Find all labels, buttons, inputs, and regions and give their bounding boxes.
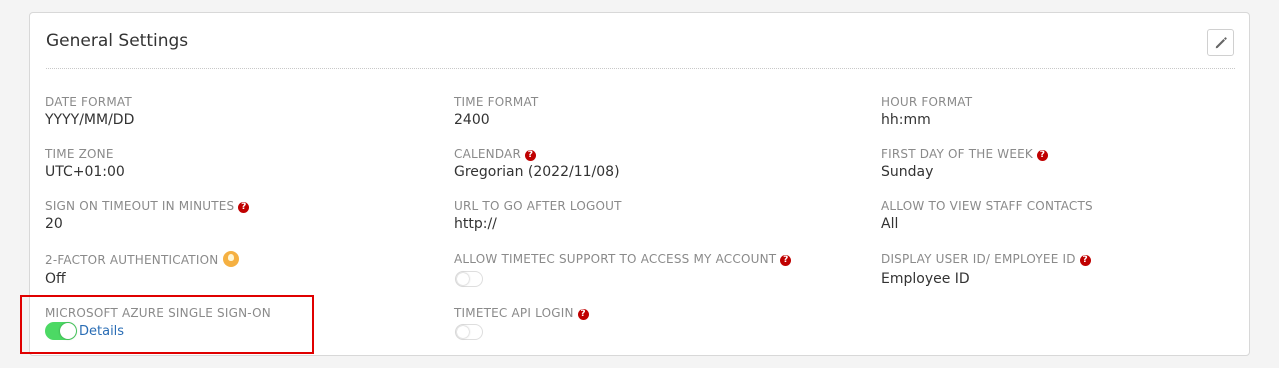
sign-on-timeout-label-row: SIGN ON TIMEOUT IN MINUTES? <box>45 199 250 213</box>
view-staff-contacts-value: All <box>881 216 899 232</box>
two-factor-label: 2-FACTOR AUTHENTICATION <box>45 253 219 267</box>
calendar-value: Gregorian (2022/11/08) <box>454 164 620 180</box>
question-icon[interactable]: ? <box>1037 150 1049 161</box>
two-factor-value: Off <box>45 271 66 287</box>
question-icon[interactable]: ? <box>238 202 250 213</box>
display-user-id-label: DISPLAY USER ID/ EMPLOYEE ID <box>881 252 1076 266</box>
api-login-label-row: TIMETEC API LOGIN? <box>454 306 589 320</box>
toggle-knob <box>457 326 469 338</box>
first-day-label: FIRST DAY OF THE WEEK <box>881 147 1034 161</box>
highlight-box <box>20 295 314 354</box>
view-staff-contacts-label: ALLOW TO VIEW STAFF CONTACTS <box>881 199 1093 213</box>
url-after-logout-label: URL TO GO AFTER LOGOUT <box>454 199 622 213</box>
question-icon[interactable]: ? <box>1079 255 1091 266</box>
title-divider <box>46 68 1235 69</box>
time-zone-value: UTC+01:00 <box>45 164 125 180</box>
sign-on-timeout-label: SIGN ON TIMEOUT IN MINUTES <box>45 199 235 213</box>
api-login-label: TIMETEC API LOGIN <box>454 306 574 320</box>
calendar-label-row: CALENDAR? <box>454 147 537 161</box>
calendar-label: CALENDAR <box>454 147 522 161</box>
display-user-id-value: Employee ID <box>881 271 970 287</box>
lightbulb-icon[interactable] <box>223 251 240 267</box>
two-factor-label-row: 2-FACTOR AUTHENTICATION <box>45 251 240 267</box>
time-format-value: 2400 <box>454 112 490 128</box>
hour-format-value: hh:mm <box>881 112 931 128</box>
first-day-value: Sunday <box>881 164 934 180</box>
pencil-icon <box>1215 36 1227 48</box>
sign-on-timeout-value: 20 <box>45 216 63 232</box>
support-access-label: ALLOW TIMETEC SUPPORT TO ACCESS MY ACCOU… <box>454 252 777 266</box>
date-format-value: YYYY/MM/DD <box>45 112 135 128</box>
question-icon[interactable]: ? <box>525 150 537 161</box>
question-icon[interactable]: ? <box>577 309 589 320</box>
time-format-label: TIME FORMAT <box>454 95 539 109</box>
api-login-toggle[interactable] <box>455 324 483 340</box>
url-after-logout-value: http:// <box>454 216 497 232</box>
first-day-label-row: FIRST DAY OF THE WEEK? <box>881 147 1049 161</box>
date-format-label: DATE FORMAT <box>45 95 132 109</box>
question-icon[interactable]: ? <box>780 255 792 266</box>
support-access-toggle[interactable] <box>455 271 483 287</box>
edit-button[interactable] <box>1207 29 1234 56</box>
toggle-knob <box>457 273 469 285</box>
display-user-id-label-row: DISPLAY USER ID/ EMPLOYEE ID? <box>881 252 1091 266</box>
card-title: General Settings <box>46 31 189 51</box>
hour-format-label: HOUR FORMAT <box>881 95 973 109</box>
support-access-label-row: ALLOW TIMETEC SUPPORT TO ACCESS MY ACCOU… <box>454 252 792 266</box>
time-zone-label: TIME ZONE <box>45 147 114 161</box>
